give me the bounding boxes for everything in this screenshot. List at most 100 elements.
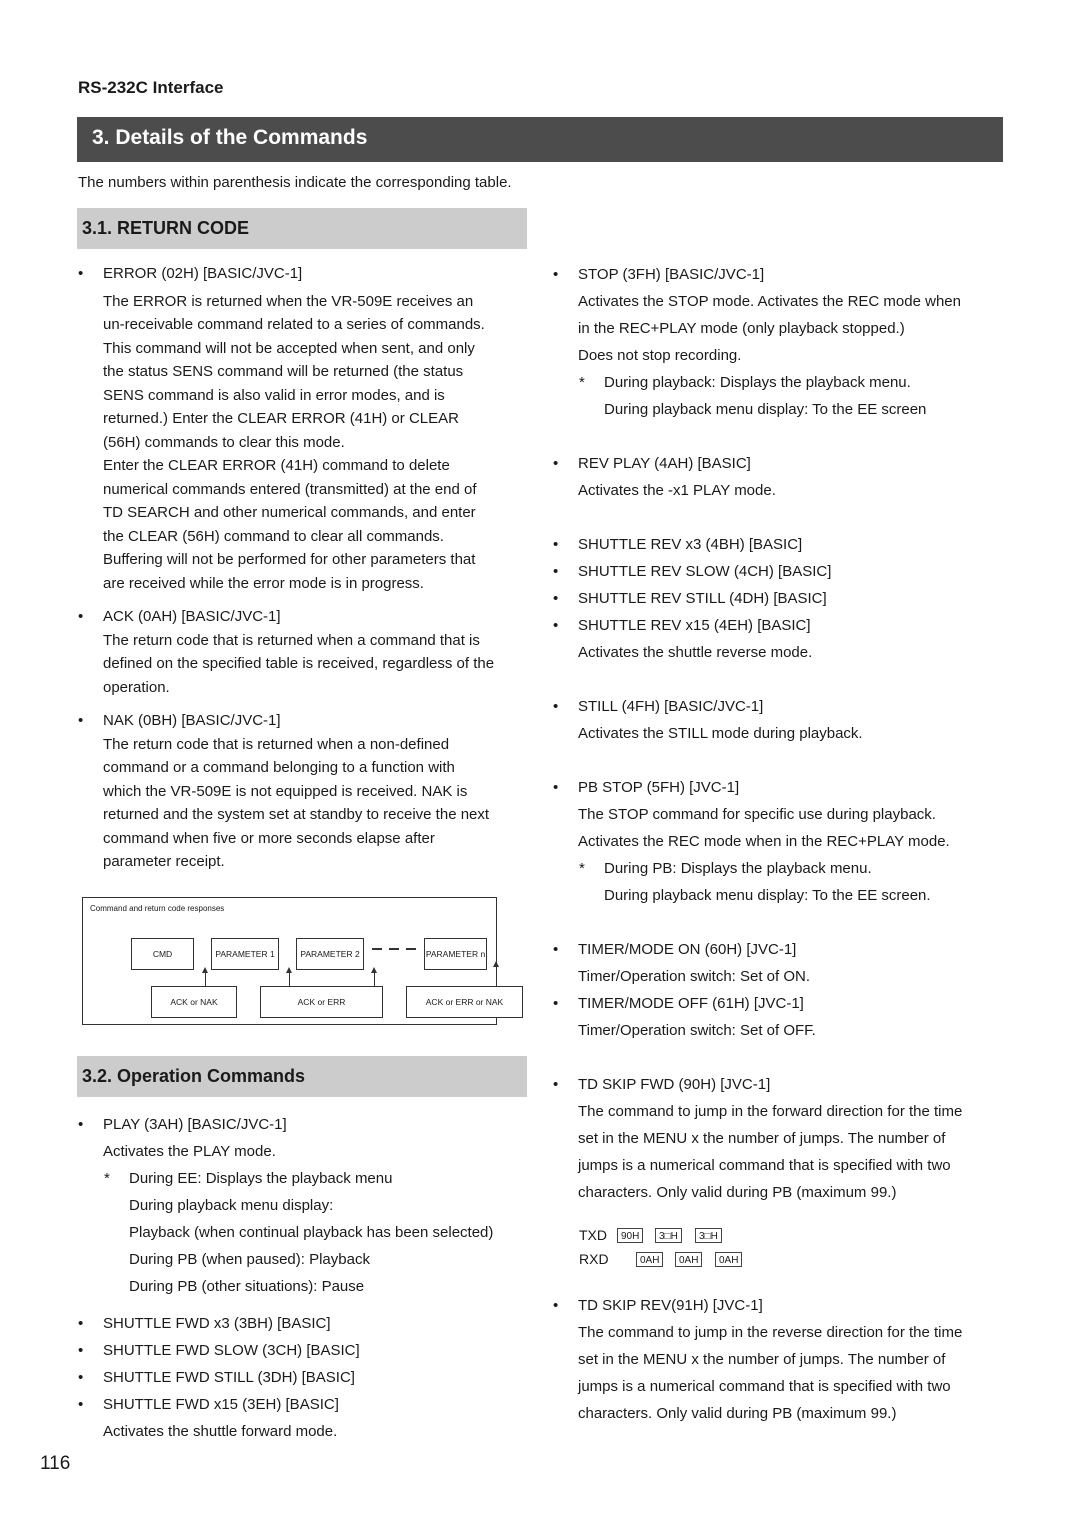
desc-line: returned.) Enter the CLEAR ERROR (41H) o…	[103, 410, 459, 427]
diagram-ack-nak-box: ACK or NAK	[151, 986, 237, 1018]
operation-commands-list: • PLAY (3AH) [BASIC/JVC-1] Activates the…	[78, 1111, 538, 1445]
list-item-shuttle-fwd-still: • SHUTTLE FWD STILL (3DH) [BASIC]	[78, 1364, 538, 1391]
list-item-still: • STILL (4FH) [BASIC/JVC-1]	[553, 693, 1013, 720]
desc-line: in the REC+PLAY mode (only playback stop…	[578, 320, 905, 337]
bullet-icon: •	[553, 536, 559, 553]
desc-line: set in the MENU x the number of jumps. T…	[578, 1351, 946, 1368]
item-desc: Activates the -x1 PLAY mode.	[578, 482, 776, 499]
desc-line: Buffering will not be performed for othe…	[103, 551, 476, 568]
item-title: STOP (3FH) [BASIC/JVC-1]	[578, 266, 765, 283]
item-note: * During playback: Displays the playback…	[553, 369, 1013, 423]
diagram-dash	[372, 948, 382, 950]
desc-line: Enter the CLEAR ERROR (41H) command to d…	[103, 457, 450, 474]
item-title: SHUTTLE REV SLOW (4CH) [BASIC]	[578, 563, 832, 580]
list-item-timer-on: • TIMER/MODE ON (60H) [JVC-1]	[553, 936, 1013, 963]
desc-line: the CLEAR (56H) command to clear all com…	[103, 527, 444, 545]
bullet-icon: •	[78, 1396, 84, 1413]
bullet-icon: •	[553, 590, 559, 607]
item-title: ERROR (02H) [BASIC/JVC-1]	[103, 265, 303, 282]
txd-byte: 90H	[617, 1228, 644, 1243]
item-title: TD SKIP FWD (90H) [JVC-1]	[578, 1076, 771, 1093]
list-item-error: • ERROR (02H) [BASIC/JVC-1]	[78, 262, 538, 286]
diagram-paramn-box: PARAMETER n	[424, 938, 487, 970]
item-title: SHUTTLE REV STILL (4DH) [BASIC]	[578, 590, 827, 607]
note-line: During playback menu display: To the EE …	[604, 401, 927, 418]
list-item-rev-play: • REV PLAY (4AH) [BASIC]	[553, 450, 1013, 477]
diagram-param2-box: PARAMETER 2	[296, 938, 364, 970]
list-item-shuttle-fwd-slow: • SHUTTLE FWD SLOW (3CH) [BASIC]	[78, 1337, 538, 1364]
desc-line: characters. Only valid during PB (maximu…	[578, 1184, 897, 1201]
asterisk-icon: *	[104, 1170, 110, 1187]
item-title: SHUTTLE REV x3 (4BH) [BASIC]	[578, 536, 803, 553]
list-item-nak: • NAK (0BH) [BASIC/JVC-1]	[78, 709, 538, 733]
note-line: During playback menu display:	[129, 1197, 334, 1214]
diagram-ack-err-box: ACK or ERR	[260, 986, 383, 1018]
desc-line: numerical commands entered (transmitted)…	[103, 480, 477, 498]
desc-line: This command will not be accepted when s…	[103, 339, 475, 357]
list-item-shuttle-fwd-x3: • SHUTTLE FWD x3 (3BH) [BASIC]	[78, 1310, 538, 1337]
desc-line: which the VR-509E is not equipped is rec…	[103, 782, 468, 800]
bullet-icon: •	[553, 995, 559, 1012]
asterisk-icon: *	[579, 860, 585, 877]
item-desc: The ERROR is returned when the VR-509E r…	[78, 290, 538, 596]
rxd-byte: 0AH	[715, 1252, 743, 1267]
item-title: SHUTTLE FWD STILL (3DH) [BASIC]	[103, 1369, 355, 1386]
note-line: During PB (other situations): Pause	[129, 1278, 365, 1295]
page-number: 116	[40, 1453, 71, 1474]
diagram-ack-err-nak-box: ACK or ERR or NAK	[406, 986, 523, 1018]
list-item-shuttle-rev-still: • SHUTTLE REV STILL (4DH) [BASIC]	[553, 585, 1013, 612]
list-item-shuttle-fwd-x15: • SHUTTLE FWD x15 (3EH) [BASIC]	[78, 1391, 538, 1418]
item-desc: Activates the STILL mode during playback…	[578, 725, 863, 742]
desc-line: Does not stop recording.	[578, 347, 742, 364]
bullet-icon: •	[553, 455, 559, 472]
arrow-up-icon	[371, 967, 377, 986]
bullet-icon: •	[78, 712, 84, 729]
right-column: • STOP (3FH) [BASIC/JVC-1] Activates the…	[553, 261, 1013, 1206]
arrow-up-icon	[202, 967, 208, 986]
diagram-dash	[406, 948, 416, 950]
note-line: During PB (when paused): Playback	[129, 1251, 370, 1268]
txd-byte: 3□H	[695, 1228, 722, 1243]
desc-line: The command to jump in the reverse direc…	[578, 1324, 963, 1341]
list-item-timer-off: • TIMER/MODE OFF (61H) [JVC-1]	[553, 990, 1013, 1017]
desc-line: characters. Only valid during PB (maximu…	[578, 1405, 897, 1422]
list-item-play: • PLAY (3AH) [BASIC/JVC-1]	[78, 1111, 538, 1138]
item-desc: The command to jump in the forward direc…	[553, 1098, 1013, 1206]
rxd-byte: 0AH	[636, 1252, 664, 1267]
txd-byte: 3□H	[655, 1228, 682, 1243]
desc-line: un-receivable command related to a serie…	[103, 316, 485, 333]
item-title: PLAY (3AH) [BASIC/JVC-1]	[103, 1116, 287, 1133]
bullet-icon: •	[78, 1116, 84, 1133]
section-title-operation-commands: 3.2. Operation Commands	[77, 1056, 527, 1097]
desc-line: command when five or more seconds elapse…	[103, 829, 435, 847]
bullet-icon: •	[553, 698, 559, 715]
return-code-list: • ERROR (02H) [BASIC/JVC-1] The ERROR is…	[78, 262, 538, 874]
item-desc: Timer/Operation switch: Set of ON.	[578, 968, 811, 985]
item-desc: The command to jump in the reverse direc…	[553, 1319, 1013, 1427]
desc-line: jumps is a numerical command that is spe…	[578, 1157, 951, 1174]
desc-line: (56H) commands to clear this mode.	[103, 433, 345, 451]
note-line: During EE: Displays the playback menu	[129, 1170, 393, 1187]
item-desc: Activates the STOP mode. Activates the R…	[553, 288, 1013, 369]
item-title: TIMER/MODE ON (60H) [JVC-1]	[578, 941, 797, 958]
item-title: SHUTTLE FWD SLOW (3CH) [BASIC]	[103, 1342, 360, 1359]
intro-text: The numbers within parenthesis indicate …	[78, 174, 512, 191]
diagram-cmd-box: CMD	[131, 938, 194, 970]
note-line: Playback (when continual playback has be…	[129, 1224, 494, 1241]
item-title: REV PLAY (4AH) [BASIC]	[578, 455, 751, 472]
desc-line: defined on the specified table is receiv…	[103, 655, 495, 672]
desc-line: the status SENS command will be returned…	[103, 363, 464, 380]
bullet-icon: •	[78, 608, 84, 625]
diagram-param1-box: PARAMETER 1	[211, 938, 279, 970]
desc-line: jumps is a numerical command that is spe…	[578, 1378, 951, 1395]
bullet-icon: •	[553, 1076, 559, 1093]
item-desc: The STOP command for specific use during…	[553, 801, 1013, 855]
item-desc: The return code that is returned when a …	[78, 629, 538, 700]
txd-rxd-sequence: TXD RXD 90H 3□H 3□H 0AH 0AH 0AH	[578, 1225, 778, 1273]
desc-line: set in the MENU x the number of jumps. T…	[578, 1130, 946, 1147]
note-line: During playback: Displays the playback m…	[604, 374, 911, 391]
list-item-stop: • STOP (3FH) [BASIC/JVC-1]	[553, 261, 1013, 288]
list-item-td-skip-fwd: • TD SKIP FWD (90H) [JVC-1]	[553, 1071, 1013, 1098]
arrow-up-icon	[493, 961, 499, 986]
bullet-icon: •	[78, 265, 84, 282]
